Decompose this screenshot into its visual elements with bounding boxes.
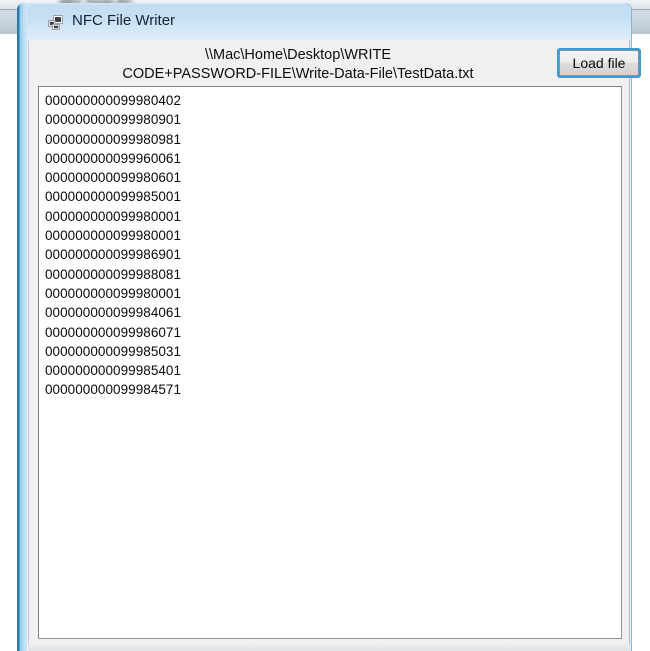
window-title: NFC File Writer bbox=[72, 12, 176, 29]
file-path-label: \\Mac\Home\Desktop\WRITE CODE+PASSWORD-F… bbox=[122, 47, 474, 82]
data-textbox[interactable]: 000000000099980402 000000000099980901 00… bbox=[38, 86, 622, 639]
window-client-area: \\Mac\Home\Desktop\WRITE CODE+PASSWORD-F… bbox=[28, 40, 641, 651]
data-textbox-content: 000000000099980402 000000000099980901 00… bbox=[45, 93, 182, 398]
nfc-file-writer-window: NFC File Writer \\Mac\Home\Desktop\WRITE… bbox=[17, 3, 641, 651]
screen: NFC Tools PC NFC File Writer App nfc Tit… bbox=[0, 0, 650, 651]
titlebar[interactable]: NFC File Writer bbox=[28, 5, 631, 40]
load-file-button[interactable]: Load file bbox=[557, 48, 641, 78]
load-file-button-label: Load file bbox=[559, 50, 639, 76]
winforms-app-icon bbox=[48, 15, 64, 30]
